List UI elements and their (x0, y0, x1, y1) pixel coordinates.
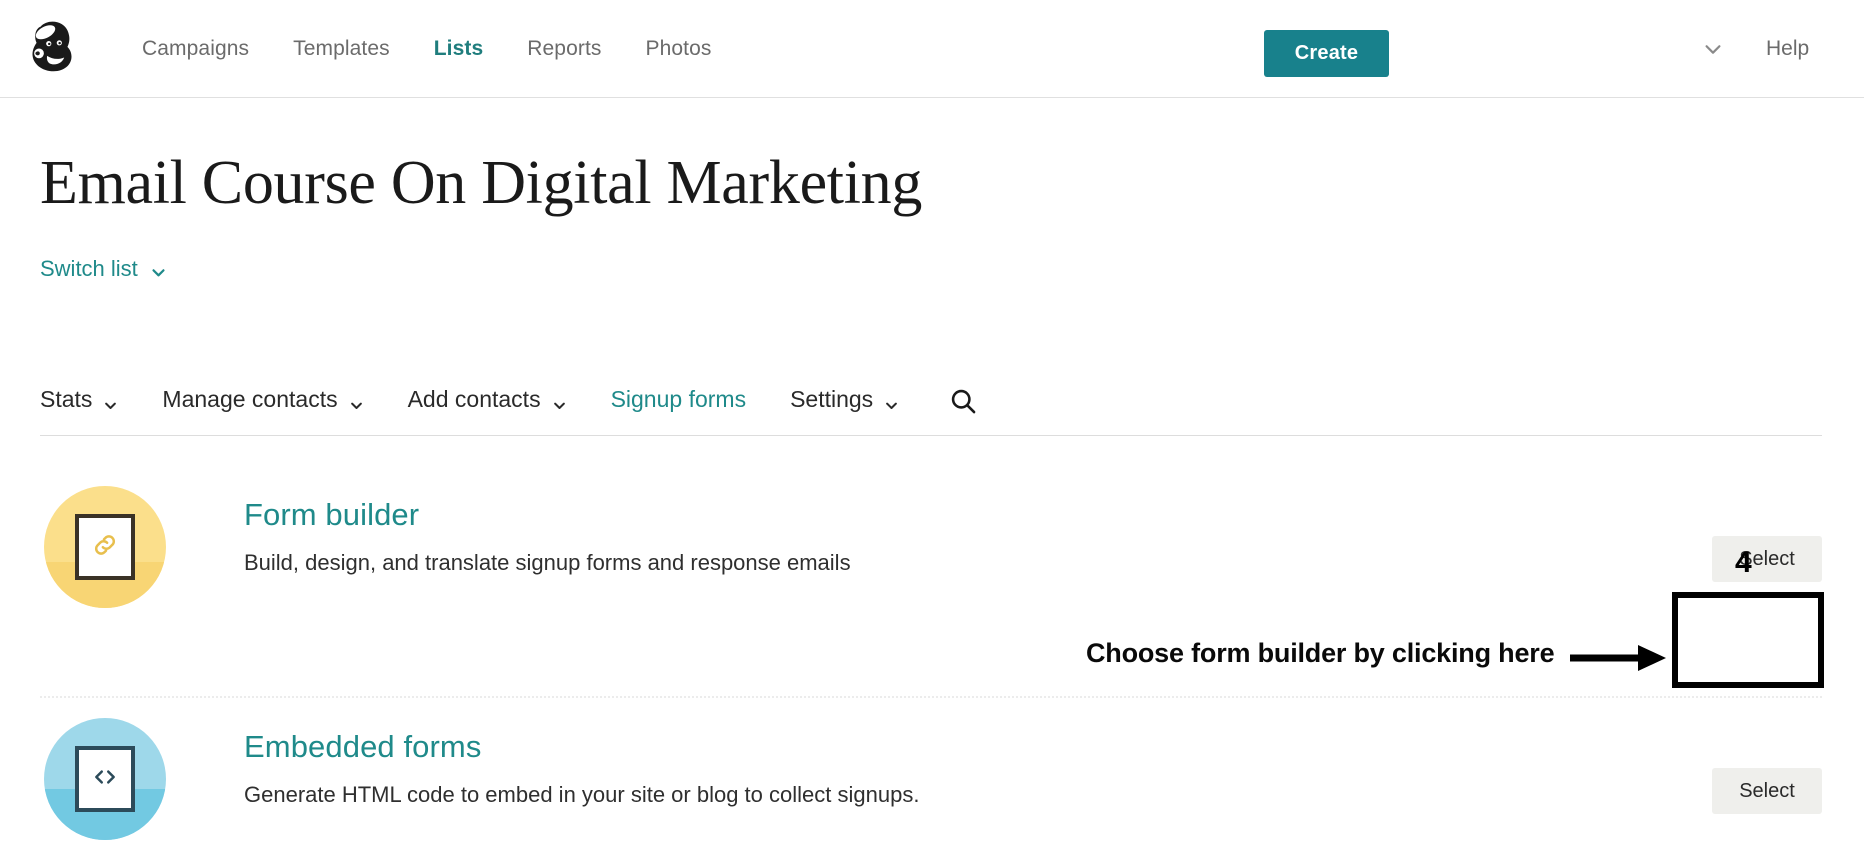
tab-manage-contacts[interactable]: Manage contacts (162, 386, 363, 419)
embedded-forms-icon-circle (44, 718, 166, 840)
form-builder-icon-circle (44, 486, 166, 608)
embedded-forms-text: Embedded forms Generate HTML code to emb… (244, 698, 919, 810)
tab-add-contacts-label: Add contacts (407, 386, 541, 412)
search-icon[interactable] (949, 387, 977, 419)
chevron-down-icon (103, 392, 118, 409)
annotation-right-arrow-icon (1568, 641, 1668, 675)
nav-item-templates[interactable]: Templates (271, 31, 412, 67)
tab-signup-forms-label: Signup forms (610, 386, 747, 412)
embedded-forms-title[interactable]: Embedded forms (244, 728, 919, 766)
help-link[interactable]: Help (1766, 37, 1809, 61)
annotation-step-number: 4 (1735, 546, 1752, 579)
nav-item-campaigns[interactable]: Campaigns (120, 31, 271, 67)
nav-item-lists[interactable]: Lists (412, 31, 506, 67)
chevron-down-icon (349, 392, 364, 409)
list-tab-bar: Stats Manage contacts Add contacts Signu… (40, 370, 1822, 436)
chevron-down-icon (150, 261, 167, 278)
form-builder-text: Form builder Build, design, and translat… (244, 466, 851, 578)
icon-card (75, 746, 135, 812)
form-option-row-form-builder: Form builder Build, design, and translat… (40, 466, 1822, 696)
link-chain-icon (92, 532, 118, 563)
embedded-forms-description: Generate HTML code to embed in your site… (244, 782, 920, 807)
account-chevron-down-icon[interactable] (1702, 38, 1724, 60)
switch-list-label: Switch list (40, 256, 138, 281)
select-button-embedded-forms[interactable]: Select (1712, 768, 1822, 814)
top-navigation-bar: Campaigns Templates Lists Reports Photos… (0, 0, 1864, 98)
chevron-down-icon (552, 392, 567, 409)
tab-signup-forms[interactable]: Signup forms (611, 386, 747, 419)
form-builder-description: Build, design, and translate signup form… (244, 550, 851, 575)
primary-nav: Campaigns Templates Lists Reports Photos (120, 31, 733, 67)
icon-card (75, 514, 135, 580)
tab-settings-label: Settings (790, 386, 874, 412)
code-brackets-icon (92, 764, 118, 795)
form-option-row-embedded-forms: Embedded forms Generate HTML code to emb… (40, 696, 1822, 868)
signup-form-options-list: Form builder Build, design, and translat… (40, 466, 1822, 868)
page-title: Email Course On Digital Marketing (40, 149, 923, 217)
nav-item-photos[interactable]: Photos (624, 31, 734, 67)
switch-list-link[interactable]: Switch list (40, 256, 167, 282)
form-builder-title[interactable]: Form builder (244, 496, 851, 534)
tab-settings[interactable]: Settings (790, 386, 899, 419)
tab-stats[interactable]: Stats (40, 386, 118, 419)
nav-item-reports[interactable]: Reports (505, 31, 623, 67)
tab-add-contacts[interactable]: Add contacts (408, 386, 567, 419)
tab-manage-contacts-label: Manage contacts (162, 386, 338, 412)
tab-stats-label: Stats (40, 386, 93, 412)
chevron-down-icon (884, 392, 899, 409)
annotation-instruction-text: Choose form builder by clicking here (1086, 638, 1555, 668)
mailchimp-logo[interactable] (26, 20, 78, 78)
create-button[interactable]: Create (1264, 30, 1389, 77)
select-button-form-builder[interactable]: Select (1712, 536, 1822, 582)
